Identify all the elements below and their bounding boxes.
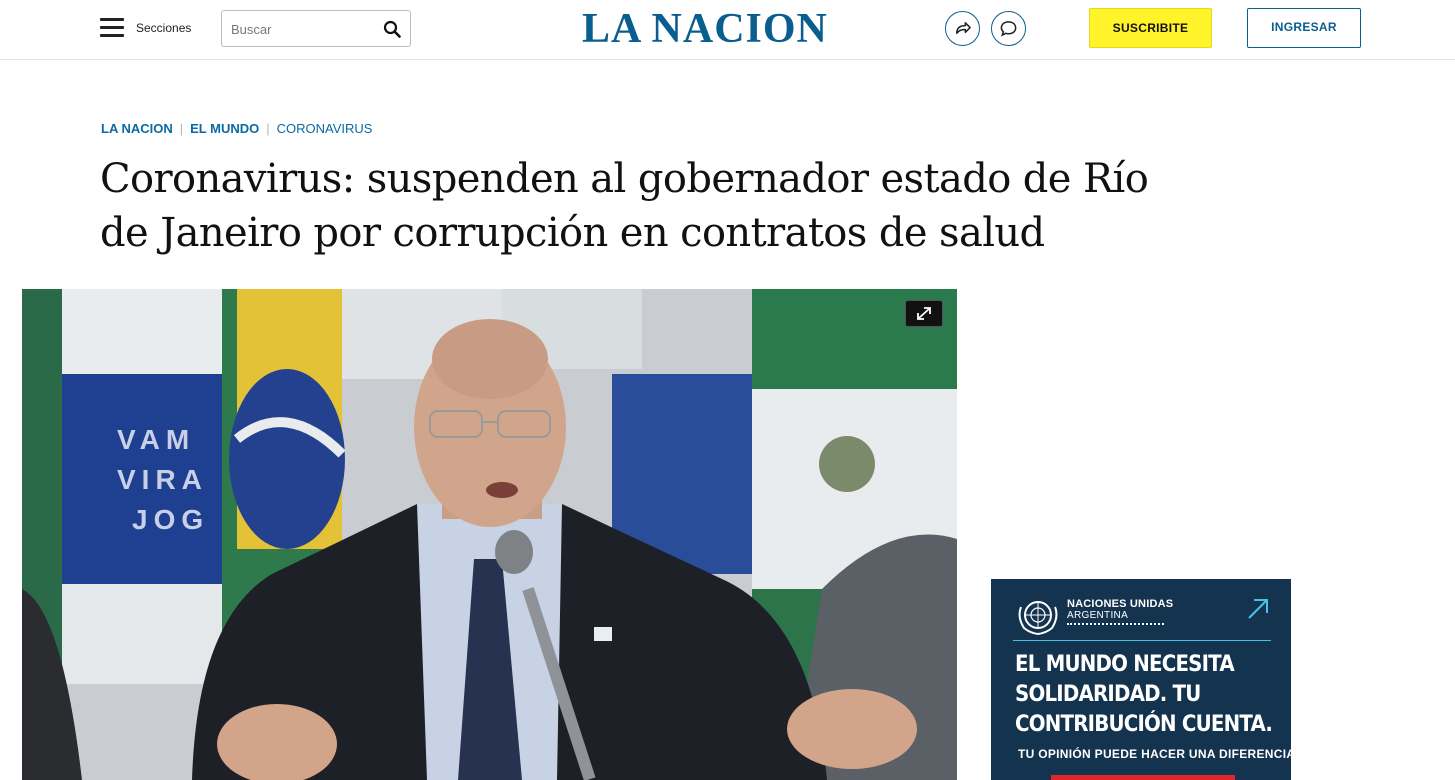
svg-text:VAM: VAM	[117, 424, 195, 455]
breadcrumb-separator: |	[179, 121, 184, 136]
search-box	[221, 10, 411, 47]
share-button[interactable]	[945, 11, 980, 46]
login-button[interactable]: INGRESAR	[1247, 8, 1361, 48]
un-emblem-icon	[1018, 601, 1058, 635]
article-title: Coronavirus: suspenden al gobernador est…	[100, 156, 1149, 256]
ad-cta-bar[interactable]	[1051, 775, 1235, 780]
breadcrumb: LA NACION | EL MUNDO | CORONAVIRUS	[101, 121, 372, 136]
breadcrumb-item-home[interactable]: LA NACION	[101, 121, 173, 136]
expand-icon	[917, 307, 931, 320]
advertisement-banner[interactable]: NACIONES UNIDAS ARGENTINA EL MUNDO NECES…	[991, 579, 1291, 780]
ad-headline: EL MUNDO NECESITA SOLIDARIDAD. TU CONTRI…	[1015, 650, 1273, 740]
comment-icon	[1000, 21, 1017, 37]
ad-org-country: ARGENTINA	[1067, 610, 1129, 621]
site-header: Secciones LA NACION SUSCRIBITE INGRESAR	[0, 0, 1455, 60]
ad-org-name: NACIONES UNIDAS	[1067, 598, 1174, 610]
expand-photo-button[interactable]	[905, 300, 943, 327]
article-main-photo[interactable]: VAM VIRA JOG	[22, 289, 957, 780]
breadcrumb-separator: |	[266, 121, 270, 136]
ad-divider	[1013, 640, 1271, 641]
site-logo[interactable]: LA NACION	[582, 7, 878, 51]
ad-headline-line: SOLIDARIDAD. TU	[1015, 682, 1201, 707]
ad-subline: TU OPINIÓN PUEDE HACER UNA DIFERENCIA	[1018, 747, 1291, 761]
photo-illustration: VAM VIRA JOG	[22, 289, 957, 780]
hamburger-menu-icon[interactable]	[100, 18, 124, 38]
search-input[interactable]	[231, 19, 376, 39]
ad-dotted-divider	[1067, 623, 1164, 625]
sections-menu-label[interactable]: Secciones	[136, 21, 191, 35]
search-icon[interactable]	[383, 20, 401, 38]
svg-text:VIRA: VIRA	[117, 464, 208, 495]
breadcrumb-item-topic[interactable]: CORONAVIRUS	[277, 121, 373, 136]
external-link-arrow-icon[interactable]	[1245, 596, 1271, 622]
share-icon	[956, 22, 971, 35]
ad-headline-line: EL MUNDO NECESITA	[1015, 652, 1235, 677]
breadcrumb-item-section[interactable]: EL MUNDO	[190, 121, 259, 136]
comments-button[interactable]	[991, 11, 1026, 46]
svg-text:JOG: JOG	[132, 504, 209, 535]
subscribe-button[interactable]: SUSCRIBITE	[1089, 8, 1212, 48]
ad-headline-line: CONTRIBUCIÓN CUENTA.	[1015, 712, 1273, 737]
